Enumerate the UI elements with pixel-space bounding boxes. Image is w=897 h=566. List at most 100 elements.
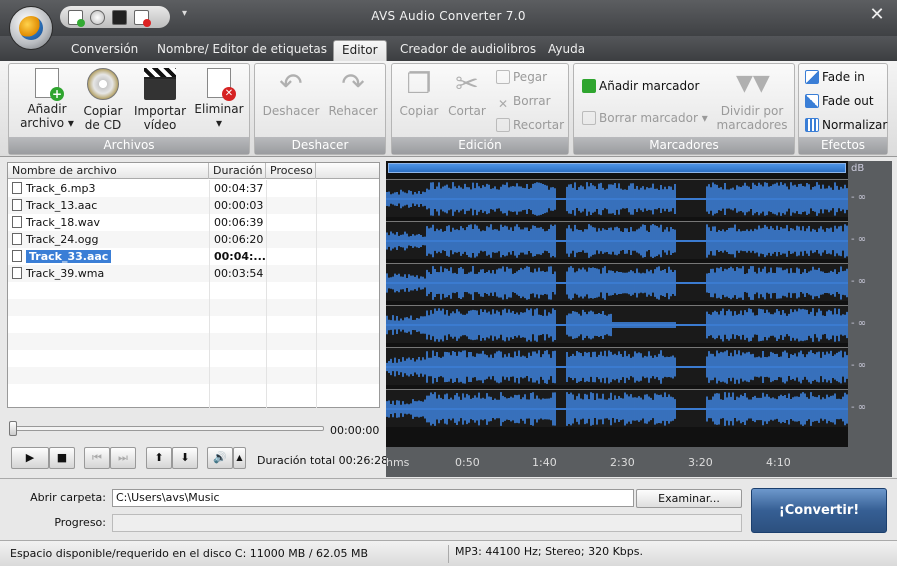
empty-row <box>8 333 379 350</box>
waveform-channel[interactable] <box>386 347 848 385</box>
close-button[interactable]: ✕ <box>862 4 892 26</box>
redo-button[interactable]: ↷ Rehacer <box>323 67 383 119</box>
empty-row <box>8 350 379 367</box>
file-row[interactable]: Track_18.wav 00:06:39 <box>8 214 379 231</box>
waveform-panel: dB - ∞ - ∞ - ∞ - ∞ - ∞ - ∞ hms 0:50 1:40 2:30… <box>386 161 892 477</box>
redo-icon: ↷ <box>341 67 365 100</box>
tab-help[interactable]: Ayuda <box>540 40 593 61</box>
paste-button[interactable]: Pegar <box>496 68 547 86</box>
seek-slider[interactable] <box>9 421 324 436</box>
timeline-tick: 3:20 <box>688 456 713 469</box>
paste-icon <box>496 70 510 84</box>
column-header-process[interactable]: Proceso <box>266 163 316 179</box>
total-duration-value: 00:26:28 <box>338 454 389 467</box>
timeline-tick: 4:10 <box>766 456 791 469</box>
trim-icon <box>496 118 510 132</box>
file-name: Track_6.mp3 <box>26 182 96 195</box>
folder-input[interactable]: C:\Users\avs\Music <box>112 489 634 507</box>
import-video-button[interactable]: Importar vídeo <box>129 68 191 132</box>
previous-button[interactable]: ⏮ <box>84 447 110 469</box>
file-duration: 00:06:39 <box>214 216 264 229</box>
file-row[interactable]: Track_6.mp3 00:04:37 <box>8 180 379 197</box>
next-button[interactable]: ⏭ <box>110 447 136 469</box>
browse-button[interactable]: Examinar... <box>636 489 742 508</box>
tab-audiobook-creator[interactable]: Creador de audiolibros <box>392 40 544 61</box>
file-row[interactable]: Track_24.ogg 00:06:20 <box>8 231 379 248</box>
tab-tag-editor[interactable]: Nombre/ Editor de etiquetas <box>149 40 335 61</box>
fade-out-icon <box>805 94 819 108</box>
title-bar: ▾ AVS Audio Converter 7.0 ✕ <box>0 0 897 36</box>
tab-editor[interactable]: Editor <box>333 40 387 61</box>
waveform-svg <box>386 350 848 384</box>
arrow-up-icon: ⬆ <box>154 451 164 464</box>
file-duration: 00:04:... <box>214 250 266 263</box>
waveform-channel[interactable] <box>386 179 848 217</box>
undo-icon: ↶ <box>279 67 303 100</box>
file-name-cell: Track_6.mp3 <box>12 181 95 196</box>
waveform-channel[interactable] <box>386 305 848 343</box>
empty-row <box>8 282 379 299</box>
file-list-header: Nombre de archivo Duración Proceso <box>8 163 379 179</box>
stop-button[interactable]: ■ <box>49 447 75 469</box>
stop-icon: ■ <box>56 451 68 464</box>
selection-range-bar[interactable] <box>388 163 846 173</box>
file-icon <box>12 233 22 245</box>
file-rows: Track_6.mp3 00:04:37 Track_13.aac 00:00:03 T… <box>8 180 379 408</box>
add-marker-icon <box>582 79 596 93</box>
play-button[interactable]: ▶ <box>11 447 49 469</box>
total-duration-label: Duración total <box>257 454 336 467</box>
tab-conversion[interactable]: Conversión <box>63 40 146 61</box>
add-file-button[interactable]: + Añadir archivo ▾ <box>17 68 77 130</box>
trim-button[interactable]: Recortar <box>496 116 564 134</box>
fade-in-button[interactable]: Fade in <box>805 68 865 86</box>
copy-cd-button[interactable]: Copiar de CD <box>75 68 131 132</box>
move-down-button[interactable]: ⬇ <box>172 447 198 469</box>
file-name: Track_33.aac <box>26 250 112 263</box>
group-title: Archivos <box>9 137 249 154</box>
file-row[interactable]: Track_39.wma 00:03:54 <box>8 265 379 282</box>
waveform-channel[interactable] <box>386 221 848 259</box>
output-settings: Abrir carpeta: C:\Users\avs\Music Examin… <box>0 478 897 540</box>
remove-marker-button[interactable]: Borrar marcador ▾ <box>582 109 708 127</box>
db-infinity-label: - ∞ <box>851 234 867 245</box>
seek-handle[interactable] <box>9 421 17 436</box>
undo-button[interactable]: ↶ Deshacer <box>261 67 321 119</box>
file-row[interactable]: Track_33.aac 00:04:... <box>8 248 379 265</box>
ribbon-tabs: Conversión Nombre/ Editor de etiquetas E… <box>0 36 897 61</box>
file-duration: 00:00:03 <box>214 199 264 212</box>
fade-out-button[interactable]: Fade out <box>805 92 874 110</box>
file-name-cell: Track_24.ogg <box>12 232 98 247</box>
file-row[interactable]: Track_13.aac 00:00:03 <box>8 197 379 214</box>
convert-button[interactable]: ¡Convertir! <box>751 488 887 533</box>
volume-dropdown[interactable]: ▲ <box>233 447 246 469</box>
cut-button[interactable]: ✂ Cortar <box>444 68 490 119</box>
delete-file-icon: ✕ <box>207 68 236 101</box>
file-name-cell: Track_33.aac <box>12 249 112 264</box>
normalize-icon <box>805 118 819 132</box>
split-by-markers-button[interactable]: ▼▼ Dividir por marcadores <box>712 68 792 132</box>
column-divider <box>266 180 267 408</box>
delete-selection-button[interactable]: ✕ Borrar <box>496 92 551 111</box>
volume-button[interactable]: 🔊 <box>207 447 233 469</box>
group-title: Efectos <box>799 137 887 154</box>
app-logo-button[interactable] <box>9 6 53 50</box>
waveform-area[interactable] <box>386 161 848 447</box>
add-marker-button[interactable]: Añadir marcador <box>582 77 699 95</box>
normalize-button[interactable]: Normalizar <box>805 116 887 134</box>
waveform-channel[interactable] <box>386 263 848 301</box>
delete-button[interactable]: ✕ Eliminar ▾ <box>191 68 247 130</box>
delete-icon: ✕ <box>497 97 509 111</box>
file-name-cell: Track_39.wma <box>12 266 104 281</box>
waveform-channel[interactable] <box>386 389 848 427</box>
folder-label: Abrir carpeta: <box>30 491 106 504</box>
progress-bar <box>112 514 742 532</box>
column-header-duration[interactable]: Duración <box>209 163 266 179</box>
db-infinity-label: - ∞ <box>851 402 867 413</box>
clapperboard-icon <box>144 68 176 100</box>
copy-button[interactable]: ❐ Copiar <box>396 68 442 119</box>
file-name-cell: Track_18.wav <box>12 215 100 230</box>
column-header-name[interactable]: Nombre de archivo <box>8 163 209 179</box>
file-icon <box>12 182 22 194</box>
arrow-down-icon: ⬇ <box>180 451 190 464</box>
move-up-button[interactable]: ⬆ <box>146 447 172 469</box>
